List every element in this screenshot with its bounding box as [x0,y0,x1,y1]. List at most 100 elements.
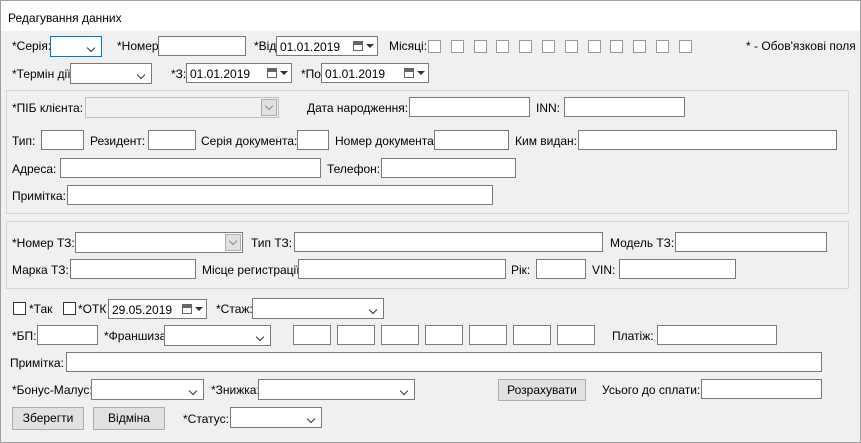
month-checkbox-7[interactable] [564,40,578,53]
save-button[interactable]: Зберегти [12,407,84,430]
bp-input[interactable] [37,325,98,345]
resident-input[interactable] [148,130,196,150]
dropdown-arrow-icon [366,44,374,48]
total-input[interactable] [701,379,822,399]
chevron-down-icon [256,329,266,341]
otk-label: *ОТК [78,302,107,316]
termin-select[interactable] [70,63,152,84]
franchise-select[interactable] [164,325,271,346]
month-checkbox-8[interactable] [587,40,601,53]
pib-select[interactable] [85,97,279,118]
chevron-down-icon [137,67,147,79]
month-checkbox-12[interactable] [678,40,692,53]
po-label: *По [301,67,321,81]
month-checkbox-5[interactable] [519,40,533,53]
total-label: Усього до сплати: [602,383,701,397]
payment-label: Платіж: [612,329,654,343]
bp-label: *БП: [12,329,37,343]
resident-label: Резидент: [90,134,146,148]
doc-series-input[interactable] [297,130,329,150]
policy-note-input[interactable] [66,352,822,372]
client-note-label: Примітка: [12,189,66,203]
status-select[interactable] [230,407,322,428]
chevron-down-icon [307,411,317,423]
extra-input-2[interactable] [337,325,375,345]
z-date-value: 01.01.2019 [190,67,251,81]
edit-window: Редагування данних *Серія: *Номер: *Від:… [0,0,861,443]
calculate-button[interactable]: Розрахувати [498,379,586,401]
dropdown-arrow-icon [280,71,288,75]
calendar-icon [353,41,363,51]
vehicle-type-label: Тип ТЗ: [251,236,293,250]
discount-select[interactable] [258,379,415,400]
extra-input-1[interactable] [293,325,331,345]
typ-input[interactable] [41,130,84,150]
z-date-picker[interactable]: 01.01.2019 [186,63,292,83]
inn-input[interactable] [564,97,685,117]
vehicle-number-label: *Номер ТЗ: [12,236,75,250]
seriya-select[interactable] [50,36,102,57]
po-date-picker[interactable]: 01.01.2019 [321,63,429,83]
phone-label: Телефон: [327,162,381,176]
nomer-input[interactable] [158,36,246,56]
title-bar: Редагування данних [1,1,860,31]
cancel-button[interactable]: Відміна [93,407,165,430]
window-title: Редагування данних [8,11,122,25]
issued-by-input[interactable] [578,130,837,150]
typ-label: Тип: [12,134,36,148]
reg-place-input[interactable] [298,259,506,279]
bonus-select[interactable] [91,379,204,400]
month-checkbox-4[interactable] [496,40,510,53]
month-checkbox-10[interactable] [633,40,647,53]
month-checkbox-3[interactable] [473,40,487,53]
birth-input[interactable] [409,97,530,117]
year-label: Рік: [511,263,531,277]
required-fields-note: * - Обов'язкові поля [746,39,856,53]
extra-input-7[interactable] [557,325,595,345]
vehicle-model-label: Модель ТЗ: [610,236,675,250]
vehicle-type-input[interactable] [294,232,603,252]
franchise-label: *Франшиза: [104,329,170,343]
vid-date-picker[interactable]: 01.01.2019 [276,36,378,56]
chevron-down-icon [400,383,410,395]
stazh-label: *Стаж: [216,302,253,316]
year-input[interactable] [536,259,586,279]
month-checkbox-2[interactable] [450,40,464,53]
month-checkbox-1[interactable] [428,40,441,53]
vin-input[interactable] [619,259,736,279]
otk-checkbox[interactable] [63,302,76,315]
chevron-down-icon [189,383,199,395]
stazh-select[interactable] [252,298,384,319]
doc-series-label: Серія документа: [201,134,298,148]
vehicle-make-input[interactable] [70,259,196,279]
vehicle-make-label: Марка ТЗ: [12,263,69,277]
pib-label: *ПІБ клієнта: [12,101,84,115]
extra-input-3[interactable] [381,325,419,345]
phone-input[interactable] [381,158,516,178]
extra-input-5[interactable] [469,325,507,345]
birth-label: Дата народження: [307,101,409,115]
month-checkbox-9[interactable] [610,40,624,53]
dropdown-arrow-icon [417,71,425,75]
address-input[interactable] [60,158,321,178]
payment-input[interactable] [657,325,777,345]
client-note-input[interactable] [67,185,493,205]
vehicle-model-input[interactable] [675,232,827,252]
bonus-label: *Бонус-Малус: [12,383,93,397]
z-label: *З: [171,67,187,81]
doc-number-label: Номер документа: [335,134,438,148]
tak-checkbox[interactable] [13,302,26,315]
month-checkbox-11[interactable] [656,40,669,53]
vehicle-number-select[interactable] [75,232,243,253]
otk-date-picker[interactable]: 29.05.2019 [108,299,207,319]
extra-input-6[interactable] [513,325,551,345]
extra-input-4[interactable] [425,325,463,345]
reg-place-label: Місце регистрації: [202,263,303,277]
calendar-icon [267,68,277,78]
address-label: Адреса: [12,162,57,176]
doc-number-input[interactable] [434,130,509,150]
dropdown-arrow-icon [195,307,203,311]
month-checkbox-6[interactable] [542,40,555,53]
nomer-label: *Номер: [117,39,162,53]
tak-label: *Так [29,302,53,316]
